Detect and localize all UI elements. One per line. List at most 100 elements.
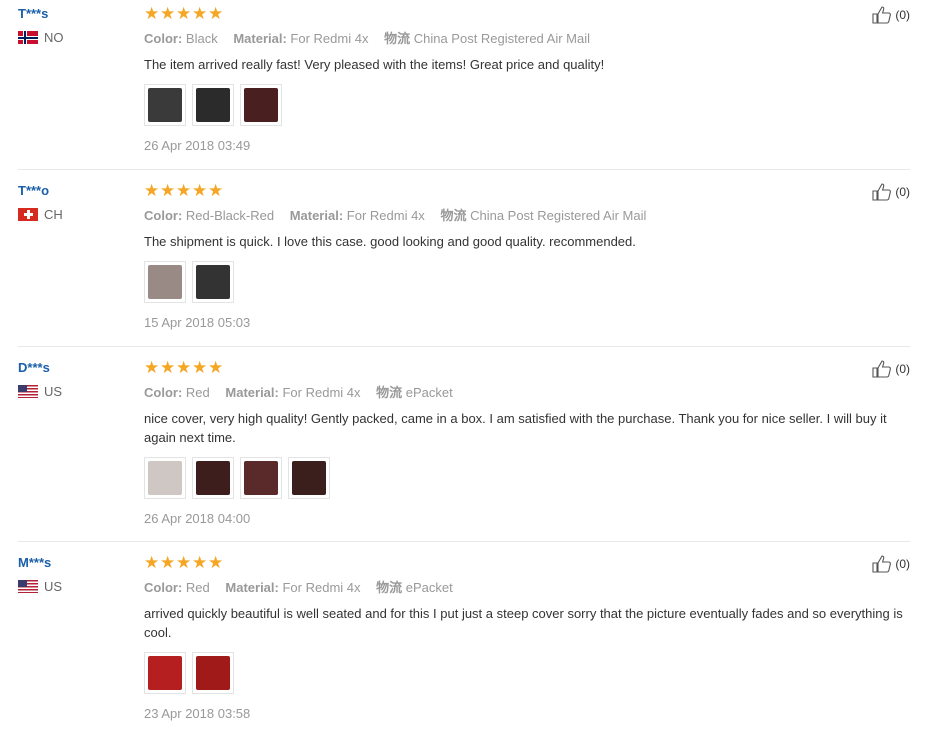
attr-key: 物流 <box>376 385 403 400</box>
usa-flag-icon <box>18 385 38 398</box>
reviewer-country: US <box>18 579 62 594</box>
thumbs-up-icon <box>872 555 892 573</box>
reviewer-country: CH <box>18 207 63 222</box>
switzerland-flag-icon <box>18 208 38 221</box>
reviewer-country: US <box>18 384 62 399</box>
review-photo-thumbnail[interactable] <box>144 652 186 694</box>
attr-value: Red <box>185 580 210 595</box>
attr-key: Material: <box>225 385 279 400</box>
norway-flag-icon <box>18 31 38 44</box>
order-attributes: Color: Red Material: For Redmi 4x 物流 ePa… <box>144 577 910 596</box>
review-photos <box>144 652 910 694</box>
review-photo-thumbnail[interactable] <box>192 457 234 499</box>
order-attributes: Color: Red-Black-Red Material: For Redmi… <box>144 205 910 224</box>
attr-key: 物流 <box>376 580 403 595</box>
star-icon: ★ <box>176 358 192 377</box>
review-photos <box>144 457 910 499</box>
review-body: ★ ★ ★ ★ ★ Color: Black Material: For Red… <box>144 4 910 153</box>
divider <box>18 346 910 347</box>
attr-value: Red <box>185 385 210 400</box>
attr-value: ePacket <box>405 385 453 400</box>
attr-value: China Post Registered Air Mail <box>413 31 591 46</box>
star-icon: ★ <box>176 553 192 572</box>
review-photo-thumbnail[interactable] <box>144 457 186 499</box>
review-photo-thumbnail[interactable] <box>144 84 186 126</box>
reviewer-name[interactable]: T***o <box>18 183 49 198</box>
like-count: (0) <box>895 362 910 376</box>
star-icon: ★ <box>176 181 192 200</box>
star-icon: ★ <box>176 4 192 23</box>
attr-key: Color: <box>144 208 183 223</box>
review-photo-thumbnail[interactable] <box>288 457 330 499</box>
review-date: 23 Apr 2018 03:58 <box>144 706 251 721</box>
country-code: NO <box>44 30 64 45</box>
review-photo-thumbnail[interactable] <box>192 261 234 303</box>
helpful-button[interactable]: (0) <box>872 555 910 573</box>
star-icon: ★ <box>208 358 224 377</box>
usa-flag-icon <box>18 580 38 593</box>
reviewer-country: NO <box>18 30 64 45</box>
attr-value: Red-Black-Red <box>185 208 275 223</box>
like-count: (0) <box>895 185 910 199</box>
attr-value: For Redmi 4x <box>282 580 361 595</box>
attr-key: Color: <box>144 31 183 46</box>
star-icon: ★ <box>144 181 160 200</box>
attr-value: For Redmi 4x <box>282 385 361 400</box>
like-count: (0) <box>895 557 910 571</box>
star-icon: ★ <box>160 4 176 23</box>
review-body: ★ ★ ★ ★ ★ Color: Red Material: For Redmi… <box>144 553 910 721</box>
review-photo-thumbnail[interactable] <box>192 652 234 694</box>
star-rating: ★ ★ ★ ★ ★ <box>144 553 910 572</box>
star-icon: ★ <box>160 181 176 200</box>
order-attributes: Color: Red Material: For Redmi 4x 物流 ePa… <box>144 382 910 401</box>
review-photo-thumbnail[interactable] <box>192 84 234 126</box>
attr-key: Material: <box>225 580 279 595</box>
order-attributes: Color: Black Material: For Redmi 4x 物流 C… <box>144 28 910 47</box>
country-code: CH <box>44 207 63 222</box>
like-count: (0) <box>895 8 910 22</box>
star-rating: ★ ★ ★ ★ ★ <box>144 358 910 377</box>
star-icon: ★ <box>192 181 208 200</box>
review-body: ★ ★ ★ ★ ★ Color: Red Material: For Redmi… <box>144 358 910 526</box>
attr-value: For Redmi 4x <box>290 31 369 46</box>
star-icon: ★ <box>144 4 160 23</box>
star-icon: ★ <box>144 358 160 377</box>
attr-key: Material: <box>233 31 287 46</box>
attr-key: Material: <box>289 208 344 223</box>
review-text: arrived quickly beautiful is well seated… <box>144 606 903 640</box>
star-icon: ★ <box>192 4 208 23</box>
star-rating: ★ ★ ★ ★ ★ <box>144 181 910 200</box>
attr-key: 物流 <box>440 208 467 223</box>
star-icon: ★ <box>160 358 176 377</box>
country-code: US <box>44 384 63 399</box>
star-icon: ★ <box>192 553 208 572</box>
attr-key: 物流 <box>384 31 411 46</box>
reviewer-name[interactable]: D***s <box>18 360 50 375</box>
attr-key: Color: <box>144 385 183 400</box>
attr-value: For Redmi 4x <box>346 208 425 223</box>
review-date: 26 Apr 2018 04:00 <box>144 511 251 526</box>
star-icon: ★ <box>208 553 224 572</box>
helpful-button[interactable]: (0) <box>872 360 910 378</box>
star-icon: ★ <box>160 553 176 572</box>
review-photos <box>144 84 910 126</box>
review-body: ★ ★ ★ ★ ★ Color: Red-Black-Red Material:… <box>144 181 910 330</box>
helpful-button[interactable]: (0) <box>872 6 910 24</box>
helpful-button[interactable]: (0) <box>872 183 910 201</box>
review-date: 15 Apr 2018 05:03 <box>144 315 251 330</box>
star-rating: ★ ★ ★ ★ ★ <box>144 4 910 23</box>
review-text: The item arrived really fast! Very pleas… <box>144 57 605 72</box>
reviewer-name[interactable]: M***s <box>18 555 51 570</box>
review-photo-thumbnail[interactable] <box>240 84 282 126</box>
divider <box>18 541 910 542</box>
divider <box>18 169 910 170</box>
review-photo-thumbnail[interactable] <box>240 457 282 499</box>
reviewer-name[interactable]: T***s <box>18 6 48 21</box>
thumbs-up-icon <box>872 183 892 201</box>
attr-key: Color: <box>144 580 183 595</box>
star-icon: ★ <box>208 181 224 200</box>
attr-value: Black <box>185 31 218 46</box>
review-text: nice cover, very high quality! Gently pa… <box>144 411 887 445</box>
review-photo-thumbnail[interactable] <box>144 261 186 303</box>
star-icon: ★ <box>208 4 224 23</box>
